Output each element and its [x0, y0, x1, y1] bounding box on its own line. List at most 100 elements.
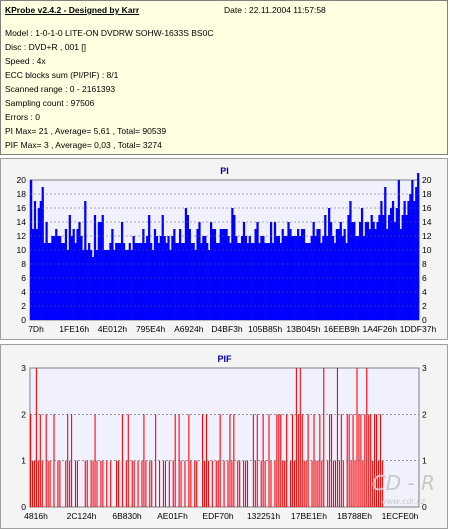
pif-x-tick: 1B788Eh [337, 511, 372, 521]
pi-bar [128, 243, 131, 320]
pif-bar [76, 460, 78, 507]
pif-bar [117, 460, 120, 507]
pif-bar [37, 460, 39, 507]
pi-bar [119, 243, 122, 320]
pi-bar [370, 215, 373, 320]
pif-bar [340, 414, 342, 507]
pif-bar [184, 460, 186, 507]
pif-bar [268, 414, 270, 507]
pi-bar [161, 215, 164, 320]
pif-bar [260, 460, 262, 507]
pi-bar [173, 229, 176, 320]
pi-bar [233, 215, 236, 320]
pi-bar [337, 229, 340, 320]
pi-bar [353, 222, 356, 320]
pif-bar [280, 414, 282, 507]
pi-y-tick-left: 6 [21, 273, 26, 283]
pif-y-tick-right: 3 [422, 363, 427, 373]
pif-bar [92, 460, 94, 507]
pi-y-tick-left: 8 [21, 259, 26, 269]
pi-bar [229, 243, 232, 320]
pif-bar [102, 460, 104, 507]
pif-bar [348, 414, 350, 507]
pi-chart-title: PI [220, 166, 229, 176]
pif-bar [203, 460, 206, 507]
pi-bar [312, 222, 315, 320]
pi-bar [194, 250, 197, 320]
pi-chart: PI0 02 24 46 68 810 1012 1214 1416 1618 1820 207Dh 1… [17, 166, 437, 334]
pi-bar [217, 243, 220, 320]
pi-y-tick-right: 2 [422, 301, 427, 311]
pif-bar [356, 368, 358, 507]
pif-bar [159, 460, 161, 507]
pi-bar [182, 243, 186, 320]
pi-bar [196, 229, 199, 320]
pif-bar [231, 460, 233, 507]
pi-bar [378, 215, 381, 320]
pi-bar [376, 222, 379, 320]
pif-bar [342, 460, 344, 507]
pif-bar [293, 460, 295, 507]
pi-bar [256, 222, 259, 320]
pif-bar [239, 460, 241, 507]
pi-bar [140, 243, 143, 320]
pi-bar [144, 243, 147, 320]
pif-bar [243, 460, 245, 507]
pif-bar [47, 460, 49, 507]
pif-bar [141, 460, 143, 507]
pi-bar [41, 187, 44, 320]
pi-bar [62, 243, 66, 320]
pif-bar [125, 460, 127, 507]
pi-bar [380, 201, 383, 320]
pif-bar [327, 460, 329, 507]
pif-bar [211, 460, 213, 507]
pi-x-tick: 13B045h [286, 324, 320, 334]
pi-y-tick-left: 16 [17, 203, 27, 213]
pi-bar [252, 243, 255, 320]
pi-bar [165, 243, 168, 320]
pi-y-tick-right: 16 [422, 203, 432, 213]
errors-info: Errors : 0 [5, 112, 40, 122]
pi-x-tick: 795E4h [136, 324, 166, 334]
pi-bar [111, 229, 114, 320]
pi-bar [188, 229, 191, 320]
pif-stats: PIF Max= 3 , Average= 0,03 , Total= 3274 [5, 140, 162, 150]
pi-bar [391, 201, 395, 320]
pif-x-tick: 6B830h [112, 511, 142, 521]
pi-bar [225, 229, 228, 320]
pi-bar [90, 250, 93, 320]
disc-info: Disc : DVD+R , 001 [] [5, 42, 87, 52]
pi-bar [289, 229, 292, 320]
pi-bar [287, 222, 290, 320]
sampling-info: Sampling count : 97506 [5, 98, 95, 108]
pi-bar [413, 201, 416, 320]
pi-bar [364, 222, 368, 320]
pi-bar [35, 229, 39, 320]
pif-bar [96, 460, 98, 507]
pif-chart-panel: PIF 0 0 1 1 2 2 3 3 4816h 2C124h 6B830h AE01Fh EDF70h… [0, 344, 448, 529]
pif-bar [323, 368, 325, 507]
pif-bar [284, 460, 286, 507]
pi-bar [306, 243, 309, 320]
pi-bar [186, 215, 189, 320]
pi-bar [55, 229, 58, 320]
pif-bar [74, 460, 77, 507]
pi-bar [409, 194, 412, 320]
pi-bar [347, 215, 350, 320]
pif-bar [321, 460, 323, 507]
pi-bar [324, 215, 327, 320]
pif-bar [360, 414, 362, 507]
pi-bar [109, 243, 112, 320]
pif-bar [282, 460, 284, 507]
pi-bar [122, 243, 126, 320]
pif-bar [100, 460, 102, 507]
pif-bar [57, 460, 59, 507]
pi-bar [335, 229, 339, 320]
pif-bar [245, 460, 247, 507]
pif-bar [299, 368, 301, 507]
pi-bar [47, 243, 50, 320]
pi-bar [175, 243, 178, 320]
watermark-logo: CD - R [371, 471, 435, 495]
pi-bar [200, 243, 203, 320]
pi-bar [393, 222, 397, 320]
